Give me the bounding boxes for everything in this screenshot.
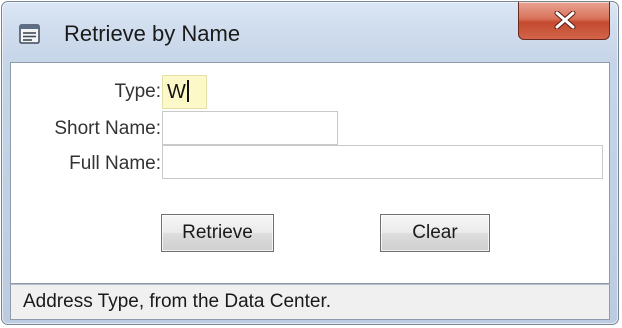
clear-button[interactable]: Clear (380, 214, 490, 252)
short-name-label: Short Name: (54, 118, 161, 139)
close-button[interactable] (518, 2, 610, 40)
text-cursor (186, 80, 189, 103)
type-label: Type: (114, 81, 161, 102)
type-field[interactable]: W (162, 75, 207, 109)
status-bar: Address Type, from the Data Center. (10, 284, 610, 320)
close-x-icon (554, 11, 576, 29)
title-bar[interactable]: Retrieve by Name (2, 2, 618, 62)
status-text: Address Type, from the Data Center. (23, 291, 332, 312)
retrieve-button[interactable]: Retrieve (161, 214, 274, 252)
form-panel: Type: W Short Name: Full Name: Retrieve … (10, 62, 610, 284)
short-name-field[interactable] (162, 111, 338, 145)
window-title: Retrieve by Name (64, 21, 241, 46)
full-name-field[interactable] (162, 145, 603, 179)
full-name-label: Full Name: (69, 153, 161, 174)
document-window-icon[interactable] (18, 22, 42, 46)
retrieve-dialog: Retrieve by Name Type: W Short Name: Ful… (1, 1, 619, 325)
type-field-value: W (167, 81, 186, 103)
